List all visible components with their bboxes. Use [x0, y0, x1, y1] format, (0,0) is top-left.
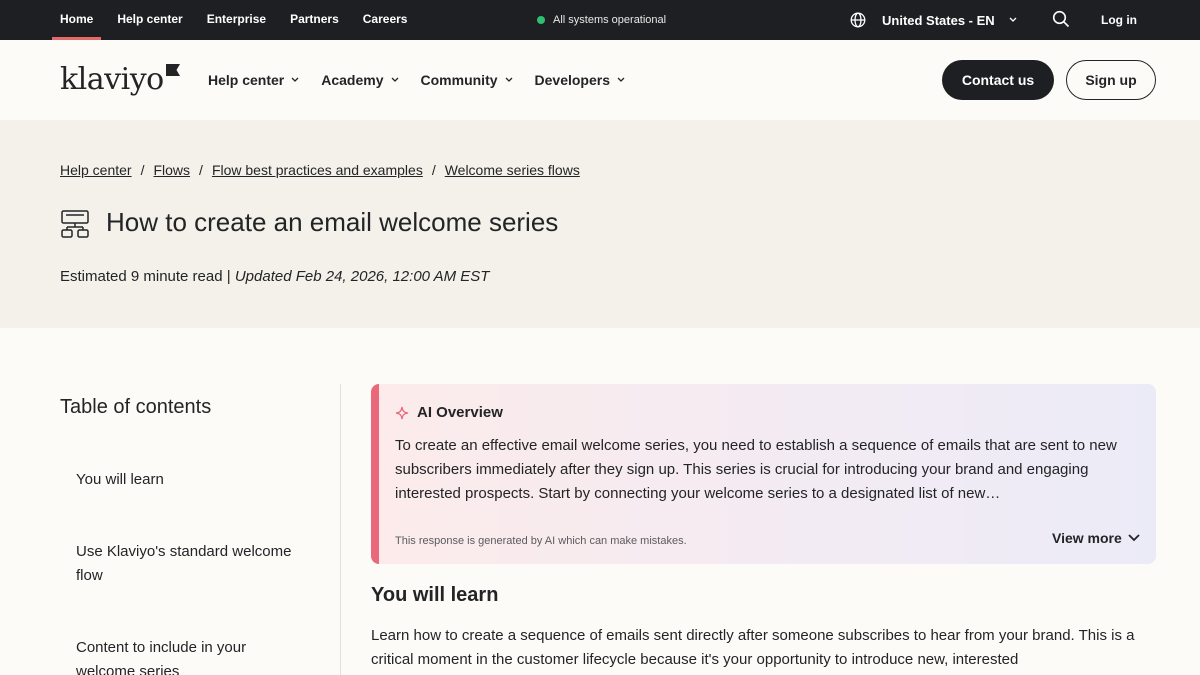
system-status[interactable]: All systems operational: [537, 0, 666, 40]
view-more-button[interactable]: View more: [1052, 530, 1140, 546]
read-time: Estimated 9 minute read: [60, 268, 223, 285]
breadcrumb-flows[interactable]: Flows: [153, 162, 190, 178]
nav-community[interactable]: Community: [421, 72, 513, 88]
chevron-down-icon: [391, 77, 399, 83]
login-link[interactable]: Log in: [1101, 0, 1137, 40]
search-icon[interactable]: [1052, 10, 1072, 30]
breadcrumb-separator: /: [431, 162, 436, 178]
utility-nav: Home Help center Enterprise Partners Car…: [52, 0, 423, 40]
toc-title: Table of contents: [60, 396, 212, 418]
ai-overview-title: AI Overview: [417, 404, 503, 421]
ai-overview-card: AI Overview To create an effective email…: [371, 384, 1156, 564]
nav-label: Community: [420, 72, 498, 88]
breadcrumb-welcome-series[interactable]: Welcome series flows: [445, 162, 580, 178]
chevron-down-icon: [617, 77, 625, 83]
breadcrumb-separator: /: [140, 162, 145, 178]
ai-overview-body: To create an effective email welcome ser…: [395, 437, 1117, 502]
sign-up-button[interactable]: Sign up: [1066, 60, 1156, 100]
breadcrumb-separator: /: [199, 162, 203, 178]
toc-item-standard-welcome-flow[interactable]: Use Klaviyo's standard welcome flow: [76, 540, 296, 588]
flow-diagram-icon: [60, 209, 90, 244]
meta-separator: |: [226, 268, 231, 285]
updated-date: Updated Feb 24, 2026, 12:00 AM EST: [234, 268, 490, 285]
ai-disclaimer: This response is generated by AI which c…: [395, 535, 687, 547]
util-link-careers[interactable]: Careers: [355, 0, 416, 40]
util-link-home[interactable]: Home: [52, 0, 102, 40]
breadcrumb-flow-best-practices[interactable]: Flow best practices and examples: [212, 162, 423, 178]
utility-bar: Home Help center Enterprise Partners Car…: [0, 0, 1200, 40]
nav-label: Developers: [534, 72, 610, 88]
chevron-down-icon: [1128, 534, 1140, 542]
ai-overview-header: AI Overview: [395, 404, 503, 421]
breadcrumb: Help center / Flows / Flow best practice…: [60, 162, 580, 178]
article-meta: Estimated 9 minute read | Updated Feb 24…: [60, 268, 489, 285]
util-link-partners[interactable]: Partners: [282, 0, 347, 40]
contact-us-button[interactable]: Contact us: [942, 60, 1054, 100]
sparkle-icon: [395, 406, 409, 420]
klaviyo-logo[interactable]: klaviyo: [60, 62, 164, 97]
nav-academy[interactable]: Academy: [321, 72, 398, 88]
locale-label: United States - EN: [882, 12, 995, 28]
status-text: All systems operational: [553, 14, 667, 26]
page-title: How to create an email welcome series: [106, 207, 559, 237]
status-dot-icon: [537, 16, 545, 24]
chevron-down-icon: [505, 77, 513, 83]
locale-selector[interactable]: United States - EN: [850, 0, 1017, 40]
logo-flag-icon: [166, 63, 180, 81]
chevron-down-icon: [291, 77, 299, 83]
view-more-label: View more: [1052, 530, 1122, 546]
breadcrumb-help-center[interactable]: Help center: [60, 162, 132, 178]
ai-accent-bar: [371, 384, 379, 564]
nav-label: Help center: [208, 72, 285, 88]
toc-item-you-will-learn[interactable]: You will learn: [76, 468, 296, 492]
chevron-down-icon: [1009, 17, 1017, 23]
util-link-help-center[interactable]: Help center: [109, 0, 190, 40]
section-body: Learn how to create a sequence of emails…: [371, 627, 1135, 668]
nav-developers[interactable]: Developers: [535, 72, 625, 88]
nav-help-center[interactable]: Help center: [208, 72, 299, 88]
util-link-enterprise[interactable]: Enterprise: [199, 0, 274, 40]
globe-icon: [850, 12, 866, 28]
nav-label: Academy: [321, 72, 384, 88]
toc-divider: [340, 384, 341, 675]
section-heading: You will learn: [371, 584, 499, 606]
toc-item-content-to-include[interactable]: Content to include in your welcome serie…: [76, 636, 296, 675]
main-nav: Help center Academy Community Developers: [208, 40, 647, 120]
